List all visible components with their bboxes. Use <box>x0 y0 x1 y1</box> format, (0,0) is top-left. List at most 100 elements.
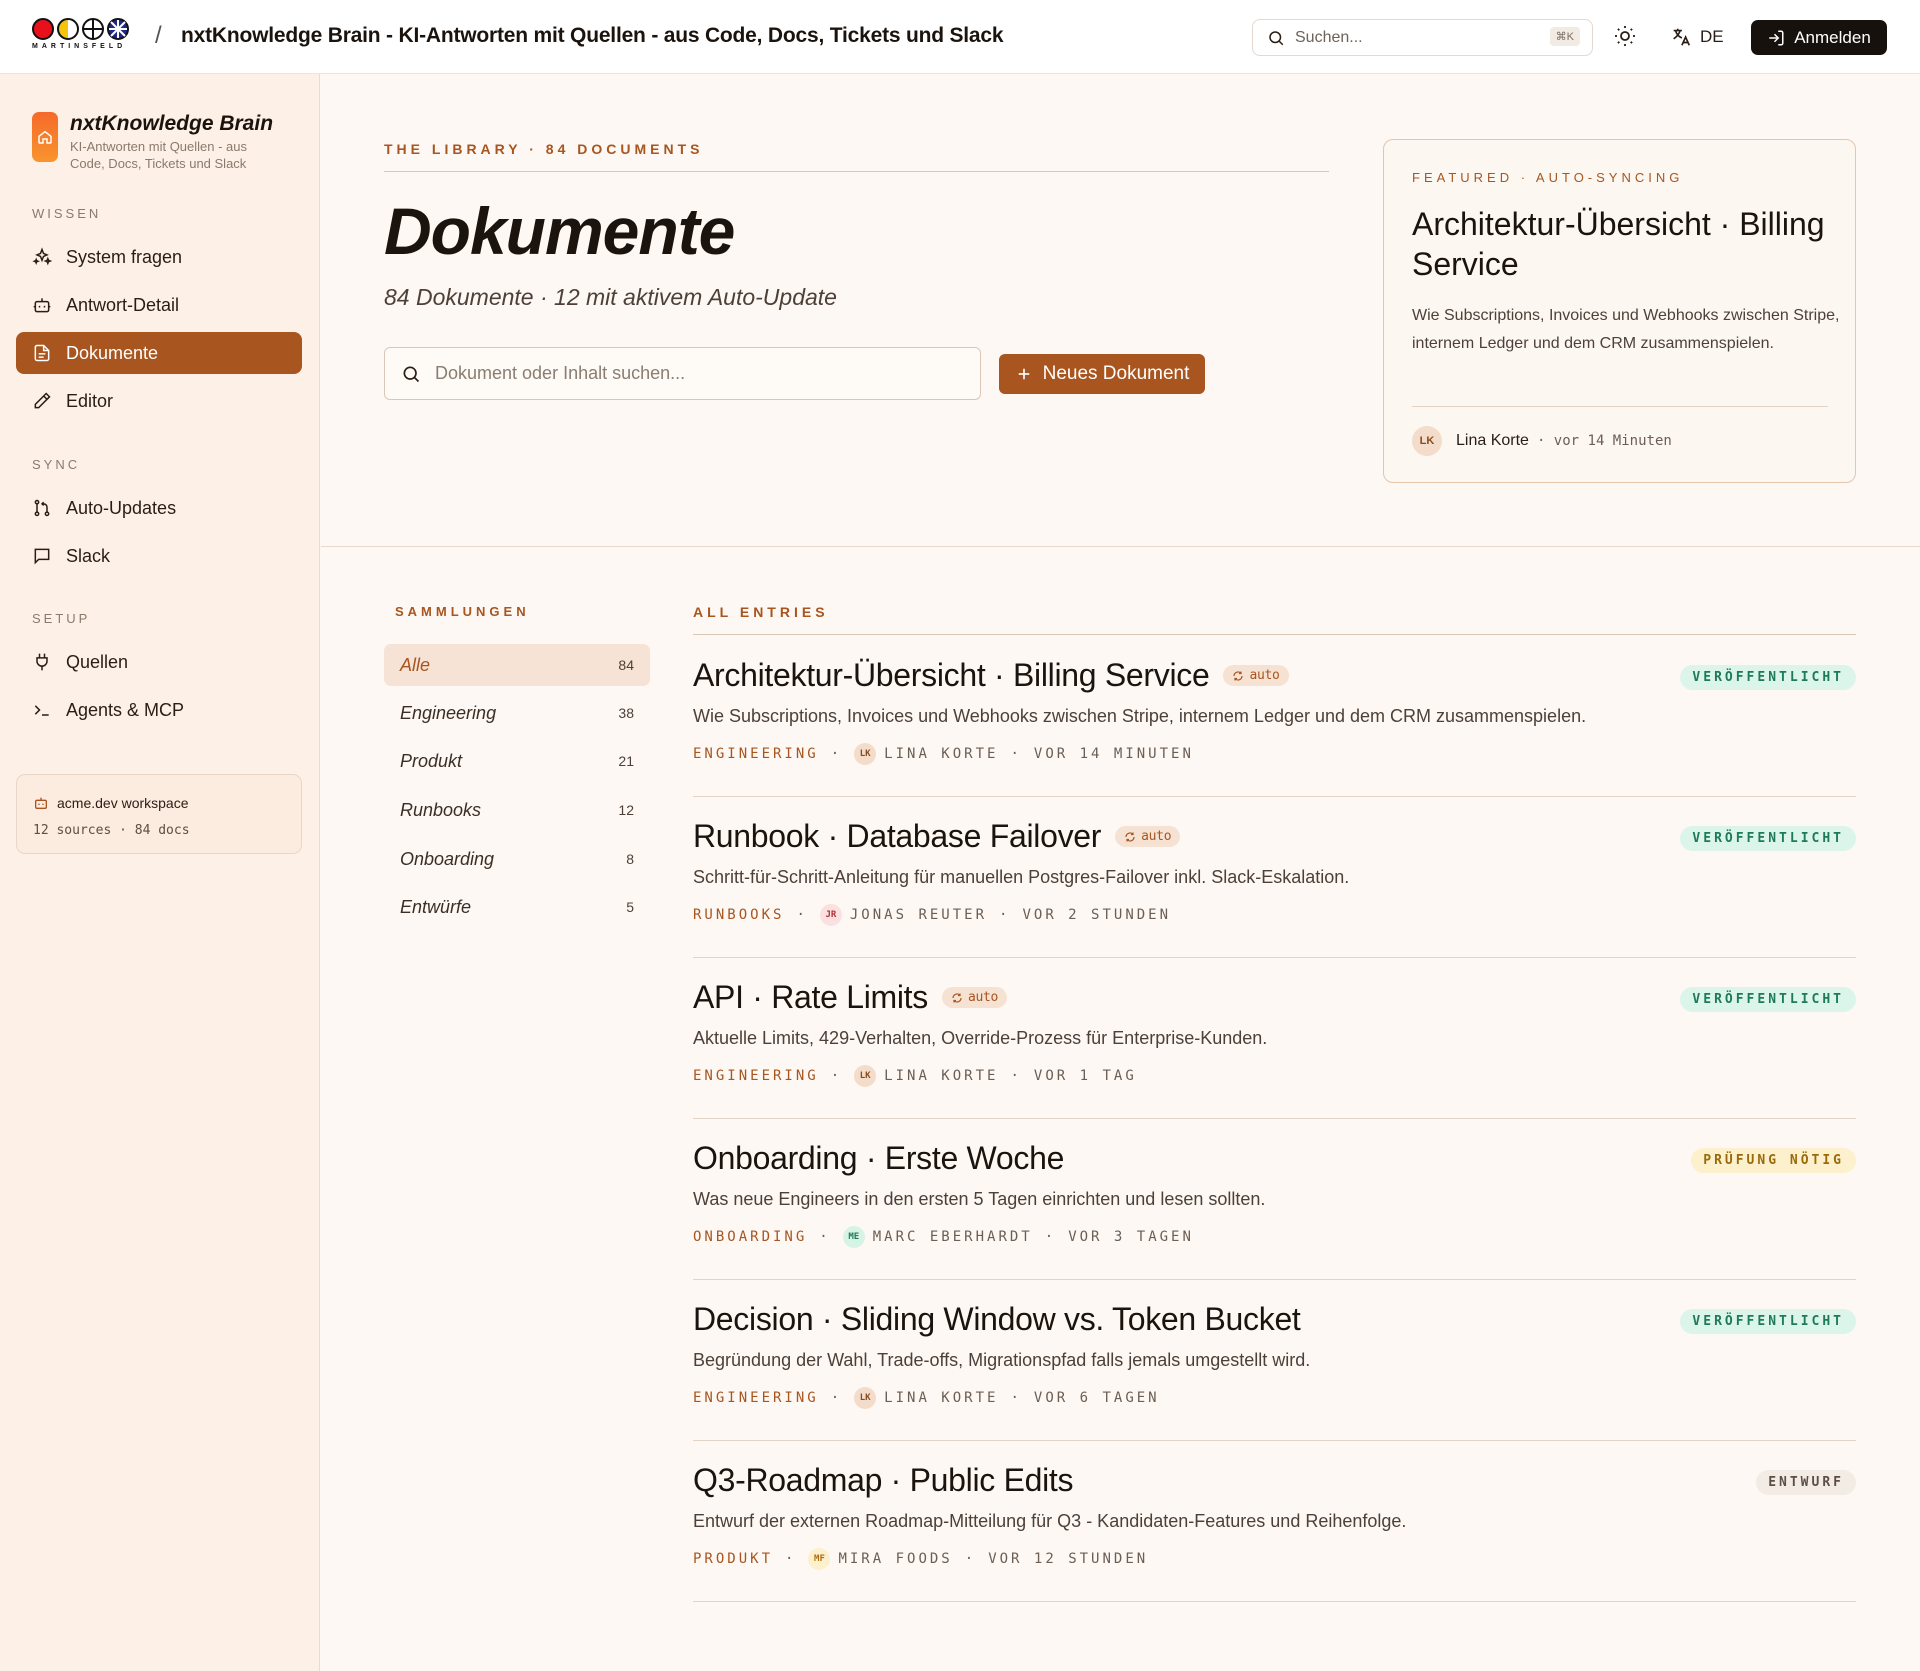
entry-title[interactable]: Q3-Roadmap · Public Edits <box>693 1462 1074 1499</box>
entry-meta: ENGINEERING · LK LINA KORTE · VOR 1 TAG <box>693 1065 1137 1087</box>
breadcrumb-separator: / <box>155 22 162 49</box>
sidebar-item-quellen[interactable]: Quellen <box>16 641 302 683</box>
status-badge: ENTWURF <box>1756 1470 1856 1495</box>
sidebar-item-label: Editor <box>66 390 114 411</box>
entry-title[interactable]: Onboarding · Erste Woche <box>693 1140 1064 1177</box>
workspace-stats: 12 sources · 84 docs <box>33 823 190 838</box>
avatar: LK <box>854 1387 877 1409</box>
sidebar-item-label: Antwort-Detail <box>66 294 180 315</box>
collection-item-runbooks[interactable]: Runbooks 12 <box>384 789 650 831</box>
entry-row[interactable]: Decision · Sliding Window vs. Token Buck… <box>693 1280 1856 1441</box>
status-badge: PRÜFUNG NÖTIG <box>1691 1148 1856 1173</box>
status-badge: VERÖFFENTLICHT <box>1680 665 1856 690</box>
entry-collection[interactable]: RUNBOOKS <box>693 907 784 923</box>
entry-collection[interactable]: PRODUKT <box>693 1551 773 1567</box>
new-document-button[interactable]: Neues Dokument <box>999 354 1205 394</box>
sidebar-item-label: Slack <box>66 545 111 566</box>
login-button[interactable]: Anmelden <box>1751 20 1887 55</box>
sidebar-brand[interactable]: nxtKnowledge Brain KI-Antworten mit Quel… <box>32 112 273 172</box>
entry-author: MIRA FOODS <box>838 1551 953 1567</box>
page-title: Dokumente <box>384 194 735 268</box>
collection-item-produkt[interactable]: Produkt 21 <box>384 740 650 782</box>
global-search-input[interactable]: Suchen... ⌘K <box>1252 19 1593 56</box>
entry-time: VOR 3 TAGEN <box>1068 1229 1194 1245</box>
workspace-name: acme.dev workspace <box>57 795 189 811</box>
entry-title[interactable]: API · Rate Limits <box>693 979 928 1016</box>
collection-item-entwuerfe[interactable]: Entwürfe 5 <box>384 886 650 928</box>
meta-dot: · <box>819 1229 831 1245</box>
entry-collection[interactable]: ONBOARDING <box>693 1229 807 1245</box>
document-search-placeholder: Dokument oder Inhalt suchen... <box>435 363 686 383</box>
sidebar-item-slack[interactable]: Slack <box>16 535 302 577</box>
entry-title[interactable]: Decision · Sliding Window vs. Token Buck… <box>693 1301 1301 1338</box>
collection-label: Engineering <box>400 702 497 723</box>
featured-author: Lina Korte <box>1456 432 1529 449</box>
collection-label: Onboarding <box>400 848 495 869</box>
new-document-label: Neues Dokument <box>1042 363 1190 384</box>
search-placeholder: Suchen... <box>1295 28 1363 46</box>
featured-time: · vor 14 Minuten <box>1536 433 1672 449</box>
pencil-icon <box>34 392 51 409</box>
sun-icon[interactable] <box>1613 24 1637 48</box>
sidebar-item-editor[interactable]: Editor <box>16 380 302 422</box>
collection-item-alle[interactable]: Alle 84 <box>384 644 650 686</box>
meta-dot: · <box>1010 1068 1022 1084</box>
entry-collection[interactable]: ENGINEERING <box>693 1390 819 1406</box>
meta-dot: · <box>796 907 808 923</box>
document-search-input[interactable]: Dokument oder Inhalt suchen... <box>384 347 981 400</box>
collections-heading: SAMMLUNGEN <box>395 604 530 619</box>
language-label: DE <box>1700 27 1724 46</box>
section-label-setup: SETUP <box>32 611 91 626</box>
avatar: LK <box>1412 426 1442 456</box>
auto-label: auto <box>1249 668 1280 683</box>
featured-document-card[interactable]: FEATURED · AUTO-SYNCING Architektur-Über… <box>1383 139 1856 483</box>
meta-dot: · <box>830 1390 843 1406</box>
entry-description: Wie Subscriptions, Invoices und Webhooks… <box>693 706 1587 726</box>
entry-collection[interactable]: ENGINEERING <box>693 1068 819 1084</box>
entry-title-row: Architektur-Übersicht · Billing Service a… <box>693 657 1289 694</box>
entry-title-row: Q3-Roadmap · Public Edits <box>693 1462 1074 1499</box>
sidebar-item-label: Agents & MCP <box>66 699 185 720</box>
entry-row[interactable]: Onboarding · Erste Woche Was neue Enginee… <box>693 1119 1856 1280</box>
sidebar-item-label: System fragen <box>66 246 183 267</box>
avatar: LK <box>854 1065 877 1087</box>
plus-icon <box>1018 368 1029 380</box>
entry-row[interactable]: Runbook · Database Failover auto Schritt-f… <box>693 797 1856 958</box>
entry-author: LINA KORTE <box>884 1068 999 1084</box>
entry-title[interactable]: Architektur-Übersicht · Billing Service <box>693 657 1210 694</box>
entries-heading: ALL ENTRIES <box>693 604 829 620</box>
language-switcher[interactable]: DE <box>1670 24 1724 50</box>
sidebar-item-antwort-detail[interactable]: Antwort-Detail <box>16 284 302 326</box>
bot-icon <box>35 797 47 809</box>
git-branch-icon <box>34 499 50 517</box>
entry-description: Schritt-für-Schritt-Anleitung für manuel… <box>693 867 1350 887</box>
sidebar-item-auto-updates[interactable]: Auto-Updates <box>16 487 302 529</box>
sync-icon <box>1124 831 1136 843</box>
sidebar-brand-subtitle: KI-Antworten mit Quellen - aus Code, Doc… <box>70 139 248 171</box>
divider <box>693 634 1856 635</box>
collection-count: 84 <box>618 657 634 673</box>
home-logo-icon <box>32 112 58 162</box>
entry-title[interactable]: Runbook · Database Failover <box>693 818 1101 855</box>
collection-item-onboarding[interactable]: Onboarding 8 <box>384 838 650 880</box>
entry-time: VOR 2 STUNDEN <box>1022 907 1172 923</box>
sidebar-item-agents-mcp[interactable]: Agents & MCP <box>16 689 302 731</box>
collection-count: 38 <box>618 705 634 721</box>
brand-logo[interactable]: MARTINSFELD <box>32 18 138 56</box>
collection-item-engineering[interactable]: Engineering 38 <box>384 692 650 734</box>
sidebar-item-system-fragen[interactable]: System fragen <box>16 236 302 278</box>
workspace-card[interactable]: acme.dev workspace 12 sources · 84 docs <box>16 774 302 854</box>
entry-row[interactable]: Q3-Roadmap · Public Edits Entwurf der ext… <box>693 1441 1856 1602</box>
status-badge: VERÖFFENTLICHT <box>1680 1309 1856 1334</box>
entry-time: VOR 6 TAGEN <box>1033 1390 1160 1406</box>
search-icon <box>1269 30 1284 45</box>
entry-row[interactable]: Architektur-Übersicht · Billing Service a… <box>693 636 1856 797</box>
sidebar-item-dokumente[interactable]: Dokumente <box>16 332 302 374</box>
entry-row[interactable]: API · Rate Limits auto Aktuelle Limits, 42… <box>693 958 1856 1119</box>
logo-circle-red <box>32 18 54 40</box>
entry-collection[interactable]: ENGINEERING <box>693 746 819 762</box>
divider <box>1412 406 1828 407</box>
entry-meta: ENGINEERING · LK LINA KORTE · VOR 14 MINUTEN <box>693 743 1194 765</box>
meta-dot: · <box>1044 1229 1057 1245</box>
featured-title[interactable]: Architektur-Übersicht · Billing Service <box>1412 204 1842 284</box>
